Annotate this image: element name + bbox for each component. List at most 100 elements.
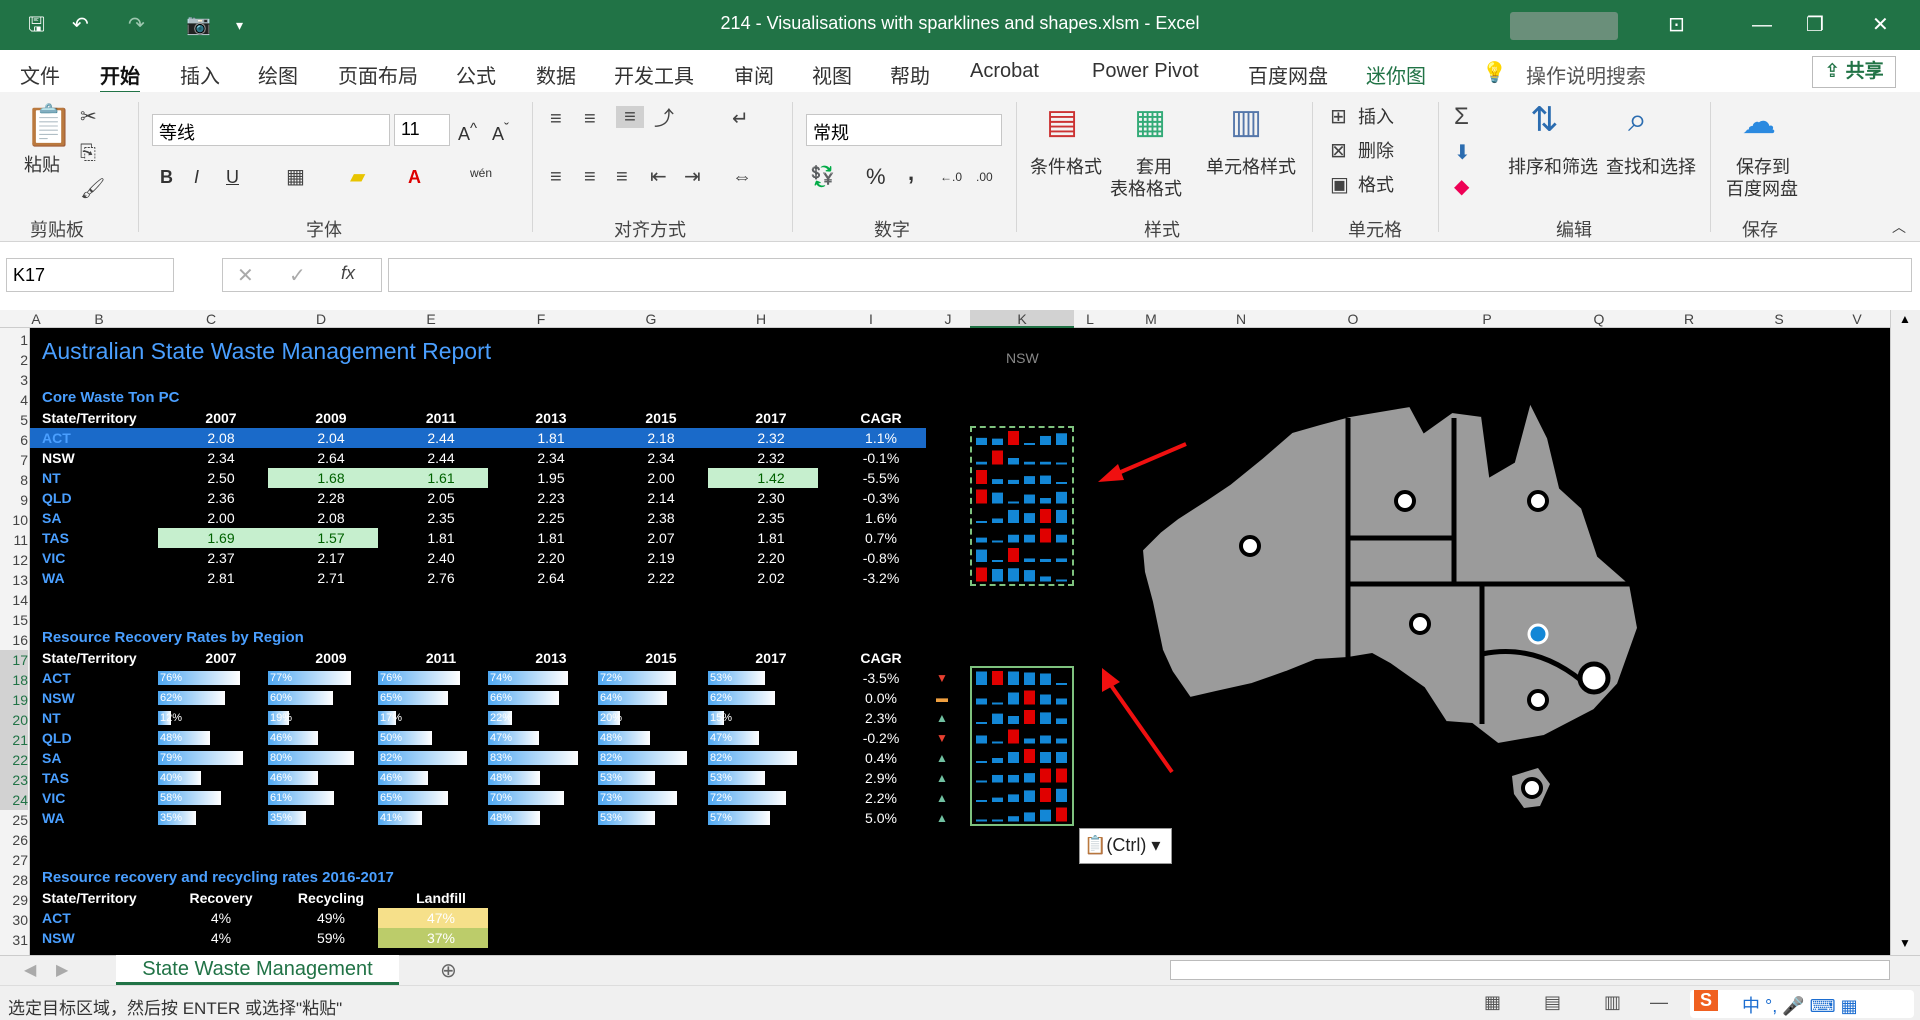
- col-header[interactable]: C: [156, 310, 266, 328]
- tab-acrobat[interactable]: Acrobat: [970, 60, 1039, 83]
- col-header[interactable]: S: [1734, 310, 1824, 328]
- row-header[interactable]: 16: [0, 630, 28, 650]
- worksheet-grid[interactable]: Australian State Waste Management Report…: [30, 328, 1890, 955]
- tab-home[interactable]: 开始: [100, 60, 140, 94]
- tab-review[interactable]: 审阅: [734, 60, 774, 89]
- shrink-font-icon[interactable]: Aˇ: [492, 118, 509, 145]
- underline-button[interactable]: U: [226, 166, 239, 188]
- align-center-icon[interactable]: ≡: [584, 166, 596, 188]
- col-header[interactable]: V: [1824, 310, 1890, 328]
- border-icon[interactable]: ▦: [286, 166, 305, 188]
- bold-button[interactable]: B: [160, 166, 173, 188]
- row-header[interactable]: 10: [0, 510, 28, 530]
- row-header[interactable]: 15: [0, 610, 28, 630]
- col-header[interactable]: G: [596, 310, 706, 328]
- col-header[interactable]: B: [42, 310, 156, 328]
- close-icon[interactable]: ✕: [1872, 12, 1889, 38]
- format-painter-icon[interactable]: 🖌: [80, 178, 105, 200]
- row-header[interactable]: 2: [0, 350, 28, 370]
- cell-style-icon[interactable]: ▥: [1230, 104, 1262, 140]
- row-header[interactable]: 8: [0, 470, 28, 490]
- fill-color-icon[interactable]: ▰: [350, 166, 365, 188]
- find-select-icon[interactable]: ⌕: [1628, 102, 1647, 138]
- col-header[interactable]: J: [926, 310, 970, 328]
- page-break-view-icon[interactable]: ▥: [1604, 992, 1621, 1013]
- col-header[interactable]: Q: [1554, 310, 1644, 328]
- col-header[interactable]: N: [1196, 310, 1286, 328]
- row-header[interactable]: 29: [0, 890, 28, 910]
- align-right-icon[interactable]: ≡: [616, 166, 628, 188]
- sheet-tab-state-waste[interactable]: State Waste Management: [116, 955, 399, 985]
- align-left-icon[interactable]: ≡: [550, 166, 562, 188]
- save-baidu-label-2[interactable]: 百度网盘: [1726, 178, 1798, 200]
- table-format-icon[interactable]: ▦: [1134, 104, 1166, 140]
- format-label[interactable]: 格式: [1358, 174, 1394, 196]
- sort-filter-icon[interactable]: ⇅: [1530, 102, 1559, 138]
- row-header[interactable]: 24: [0, 790, 28, 810]
- vertical-scrollbar[interactable]: ▲ ▼: [1890, 310, 1920, 955]
- col-header[interactable]: A: [30, 310, 42, 328]
- ribbon-display-icon[interactable]: ⊡: [1668, 12, 1685, 38]
- col-header[interactable]: F: [486, 310, 596, 328]
- row-header[interactable]: 4: [0, 390, 28, 410]
- state-marker-sa[interactable]: [1409, 613, 1431, 635]
- sort-filter-label[interactable]: 排序和筛选: [1508, 156, 1598, 178]
- format-cells-icon[interactable]: ▣: [1330, 174, 1349, 196]
- enter-icon[interactable]: ✓: [289, 263, 306, 288]
- italic-button[interactable]: I: [194, 166, 199, 188]
- col-header[interactable]: L: [1074, 310, 1106, 328]
- scroll-down-icon[interactable]: ▼: [1899, 936, 1911, 950]
- baidu-cloud-icon[interactable]: ☁: [1742, 104, 1776, 140]
- tell-me-search[interactable]: 操作说明搜索: [1526, 60, 1646, 89]
- row-header[interactable]: 12: [0, 550, 28, 570]
- phonetic-button[interactable]: wén: [470, 162, 492, 184]
- horizontal-scrollbar[interactable]: [1170, 960, 1890, 980]
- font-name-select[interactable]: 等线: [152, 114, 390, 146]
- tab-file[interactable]: 文件: [20, 60, 60, 89]
- save-baidu-label-1[interactable]: 保存到: [1736, 156, 1790, 178]
- table-format-label-1[interactable]: 套用: [1136, 156, 1172, 178]
- increase-decimal-icon[interactable]: ←.0: [940, 166, 962, 188]
- restore-icon[interactable]: ❐: [1806, 12, 1824, 38]
- tab-view[interactable]: 视图: [812, 60, 852, 89]
- grow-font-icon[interactable]: A^: [458, 118, 477, 145]
- orientation-icon[interactable]: ⤴: [654, 108, 674, 130]
- insert-function-button[interactable]: fx: [341, 263, 355, 284]
- state-marker-nsw[interactable]: [1527, 623, 1549, 645]
- font-color-icon[interactable]: A: [408, 166, 421, 188]
- sparkline-group-core-waste[interactable]: [970, 426, 1074, 586]
- row-header[interactable]: 5: [0, 410, 28, 430]
- cond-format-label[interactable]: 条件格式: [1030, 156, 1102, 178]
- col-header[interactable]: H: [706, 310, 816, 328]
- row-header[interactable]: 25: [0, 810, 28, 830]
- row-header[interactable]: 22: [0, 750, 28, 770]
- tab-data[interactable]: 数据: [536, 60, 576, 89]
- delete-label[interactable]: 删除: [1358, 140, 1394, 162]
- tab-baidu[interactable]: 百度网盘: [1248, 60, 1328, 89]
- tab-help[interactable]: 帮助: [890, 60, 930, 89]
- number-format-select[interactable]: 常规: [806, 114, 1002, 146]
- row-header[interactable]: 9: [0, 490, 28, 510]
- paste-options-button[interactable]: 📋(Ctrl) ▾: [1079, 828, 1172, 864]
- tab-sparkline[interactable]: 迷你图: [1366, 60, 1426, 89]
- merge-center-icon[interactable]: ⇔: [732, 166, 752, 188]
- row-header[interactable]: 13: [0, 570, 28, 590]
- row-header[interactable]: 20: [0, 710, 28, 730]
- col-header[interactable]: I: [816, 310, 926, 328]
- fill-icon[interactable]: ⬇: [1454, 142, 1471, 164]
- share-button[interactable]: ⇪ 共享: [1812, 56, 1896, 88]
- decrease-decimal-icon[interactable]: .00: [976, 166, 993, 188]
- cancel-icon[interactable]: ✕: [237, 263, 254, 288]
- font-size-select[interactable]: 11: [394, 114, 450, 146]
- col-header-selected[interactable]: K: [970, 310, 1074, 328]
- col-header[interactable]: D: [266, 310, 376, 328]
- row-header[interactable]: 6: [0, 430, 28, 450]
- insert-cells-icon[interactable]: ⊞: [1330, 106, 1347, 128]
- name-box[interactable]: K17: [6, 258, 174, 292]
- percent-button[interactable]: %: [866, 166, 886, 188]
- tab-formulas[interactable]: 公式: [456, 60, 496, 89]
- paste-label[interactable]: 粘贴: [24, 154, 60, 176]
- page-layout-view-icon[interactable]: ▤: [1544, 992, 1561, 1013]
- insert-label[interactable]: 插入: [1358, 106, 1394, 128]
- tab-scroll-left-icon[interactable]: ◀: [24, 960, 36, 980]
